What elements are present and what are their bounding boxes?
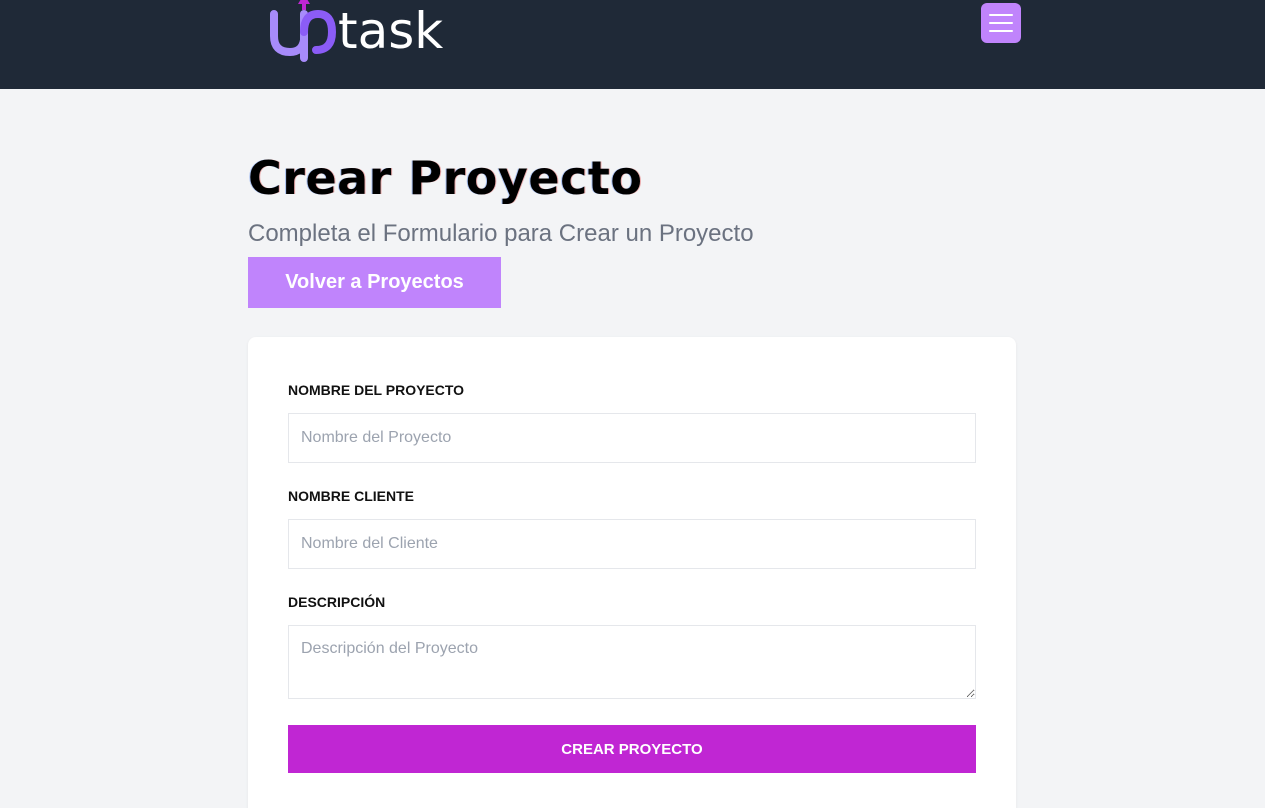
top-header: task [0,0,1265,89]
create-project-button[interactable]: Crear Proyecto [288,725,976,773]
description-label: Descripción [288,594,386,610]
uptask-logo-graphic: task [270,0,443,62]
hamburger-menu-icon-line [989,30,1013,32]
uptask-logo[interactable]: task [268,0,478,62]
hamburger-menu-icon [989,14,1013,16]
back-to-projects-button[interactable]: Volver a Proyectos [248,257,501,308]
project-name-label: Nombre del Proyecto [288,382,465,398]
page-title: Crear Proyecto [248,151,643,205]
hamburger-menu-button[interactable] [981,3,1021,43]
hamburger-menu-icon-line [989,22,1013,24]
description-textarea[interactable] [288,625,976,699]
project-name-input[interactable] [288,413,976,463]
page-subtitle: Completa el Formulario para Crear un Pro… [248,220,754,247]
create-project-form: Nombre del Proyecto Nombre Cliente Descr… [248,337,1016,808]
client-name-label: Nombre Cliente [288,488,414,504]
logo-text: task [338,2,443,60]
client-name-input[interactable] [288,519,976,569]
